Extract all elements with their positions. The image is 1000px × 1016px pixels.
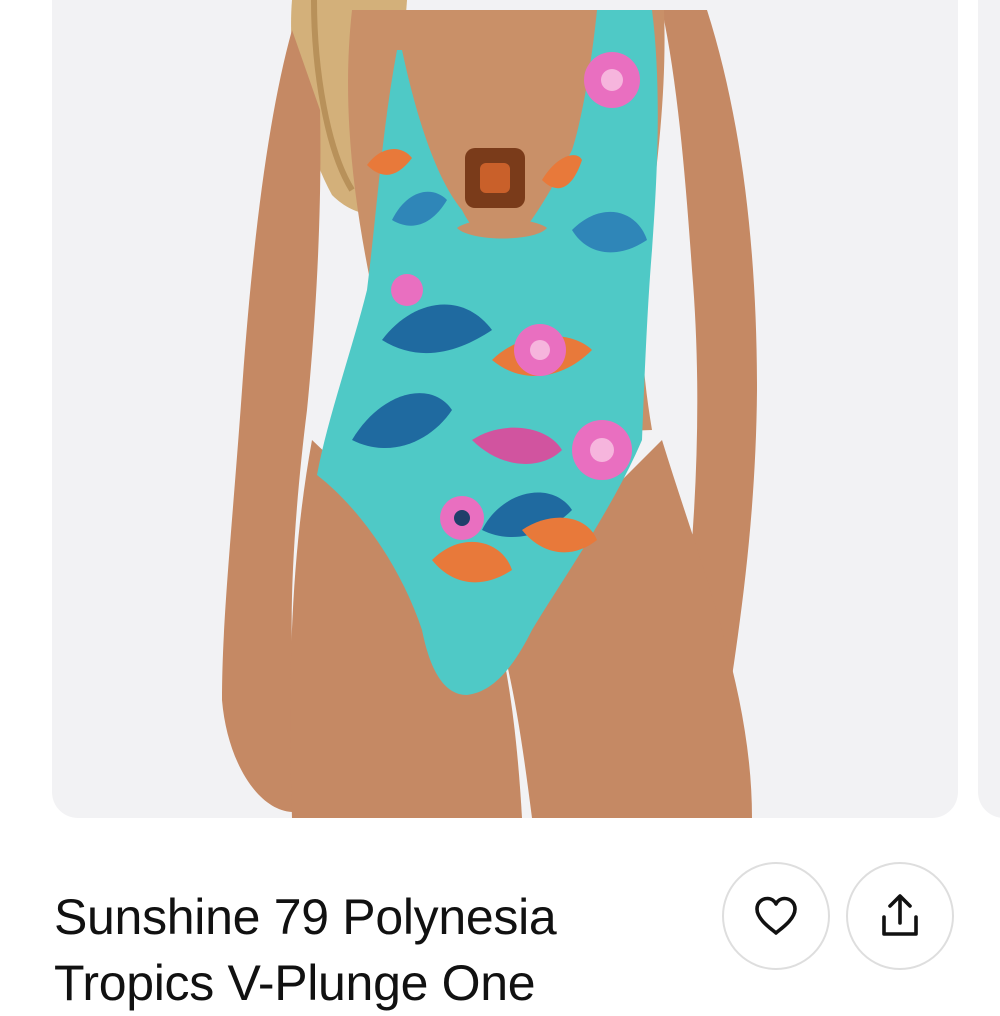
share-button[interactable]	[846, 862, 954, 970]
product-photo	[222, 0, 757, 818]
product-image-card[interactable]	[52, 0, 958, 818]
next-image-card[interactable]	[978, 0, 1000, 818]
share-icon	[882, 894, 918, 936]
heart-icon	[755, 896, 797, 935]
product-title: Sunshine 79 Polynesia Tropics V-Plunge O…	[54, 889, 557, 1011]
product-image-gallery[interactable]	[0, 0, 1000, 822]
favorite-button[interactable]	[722, 862, 830, 970]
